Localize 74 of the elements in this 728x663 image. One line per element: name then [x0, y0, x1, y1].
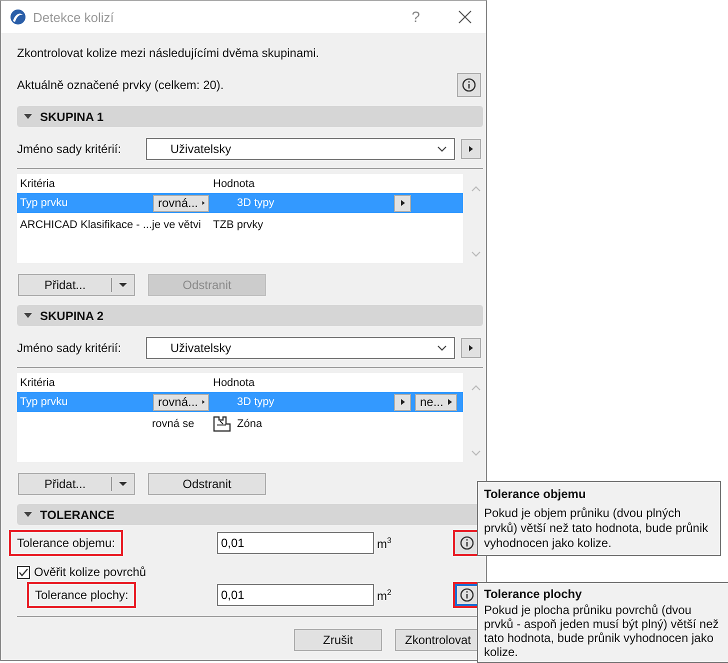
chevron-down-icon [437, 345, 448, 351]
section-title: SKUPINA 2 [40, 308, 104, 322]
operator-menu-button[interactable]: rovná... [153, 194, 209, 212]
input-field[interactable]: 0,01 [217, 584, 374, 606]
tooltip-title: Tolerance objemu [484, 487, 587, 502]
column-header: Hodnota [212, 178, 256, 190]
selection-info-text: Aktuálně označené prvky (celkem: 20). [17, 78, 224, 92]
arrow-button[interactable] [394, 394, 411, 410]
triangle-icon [398, 397, 406, 407]
table-row[interactable]: Typ prvku rovná... 3D typy [17, 193, 463, 213]
arrow-button[interactable] [461, 139, 481, 159]
add-button[interactable]: Přidat... [18, 473, 135, 495]
add-button[interactable]: Přidat... [18, 274, 135, 296]
table-cell: Zóna [237, 418, 262, 430]
section-header[interactable]: SKUPINA 2 [17, 305, 483, 326]
window-title: Detekce kolizí [33, 10, 114, 24]
close-icon[interactable] [458, 10, 472, 24]
input-field[interactable]: 0,01 [217, 532, 374, 554]
tooltip-text: Pokud je plocha průniku povrchů (dvou prvků - aspoň jeden musí být plný) větší než tato hodnota, bude průnik vyhodnocen jako kolize. [484, 603, 720, 659]
unit-label: m$^{3}$ [377, 536, 392, 550]
intro-text: Zkontrolovat kolize mezi následujícími dvěma skupinami. [17, 46, 320, 62]
dialog-button[interactable]: Zrušit [294, 629, 382, 651]
tooltip-text: Pokud je objem průniku (dvou plných prvků) větší než tato hodnota, bude průnik vyhodnocen jako kolize. [484, 506, 710, 551]
scroll-up-icon [471, 186, 481, 192]
remove-button[interactable]: Odstranit [148, 473, 266, 495]
info-icon [460, 588, 474, 602]
criteria-dropdown[interactable]: Uživatelsky [146, 337, 456, 359]
info-icon [462, 78, 476, 92]
column-header: Hodnota [212, 376, 256, 388]
chevron-down-icon [437, 146, 448, 152]
table-cell: Typ prvku [20, 197, 68, 209]
dropdown-arrow-icon [119, 482, 127, 486]
table-row[interactable]: rovná se Zóna [17, 412, 463, 436]
table-cell: Typ prvku [20, 396, 68, 408]
arrow-button[interactable] [461, 338, 481, 358]
arrow-button[interactable] [394, 194, 411, 212]
section-title: TOLERANCE [40, 508, 114, 522]
menu-button[interactable]: ne... [415, 394, 458, 410]
dropdown-arrow-icon [119, 282, 127, 288]
info-button[interactable] [457, 73, 481, 97]
help-button[interactable]: ? [412, 8, 420, 26]
table-cell: je ve větvi [152, 219, 201, 231]
unit-label: m$^{2}$ [377, 588, 392, 602]
field-label: Jméno sady kritérií: [17, 341, 122, 355]
section-title: SKUPINA 1 [40, 110, 104, 124]
field-label: Tolerance plochy: [27, 582, 136, 608]
triangle-icon [467, 343, 476, 353]
triangle-icon [201, 397, 206, 407]
table-cell-text: 3D typy [236, 396, 276, 408]
table-cell: TZB prvky [213, 219, 264, 231]
field-label: Tolerance objemu: [9, 530, 124, 556]
table-row[interactable]: ARCHICAD Klasifikace - ...je ve větvi TZB prvky [17, 213, 463, 237]
column-header: Kritéria [19, 178, 56, 190]
checked-checkbox[interactable] [17, 566, 30, 578]
table-cell-text: 3D typy [236, 197, 276, 209]
criteria-dropdown[interactable]: Uživatelsky [146, 138, 456, 160]
table-row[interactable]: Typ prvku rovná... 3D typy ne... [17, 392, 463, 412]
section-header[interactable]: SKUPINA 1 [17, 106, 483, 127]
app-logo-icon [10, 9, 26, 25]
checkbox-label: Ověřit kolize povrchů [34, 565, 146, 579]
scroll-down-icon [471, 251, 481, 257]
column-header: Kritéria [19, 376, 56, 388]
field-label: Jméno sady kritérií: [17, 142, 122, 156]
table-cell: ARCHICAD Klasifikace - ... [20, 219, 152, 231]
triangle-icon [446, 397, 454, 407]
triangle-icon [201, 198, 206, 208]
scroll-up-icon [471, 385, 481, 391]
triangle-icon [467, 144, 476, 154]
operator-menu-button[interactable]: rovná... [153, 394, 209, 410]
tooltip-title: Tolerance plochy [484, 587, 583, 601]
scroll-down-icon [471, 450, 481, 456]
table-cell: rovná se [152, 418, 194, 430]
info-icon [460, 536, 474, 550]
triangle-icon [398, 198, 406, 208]
